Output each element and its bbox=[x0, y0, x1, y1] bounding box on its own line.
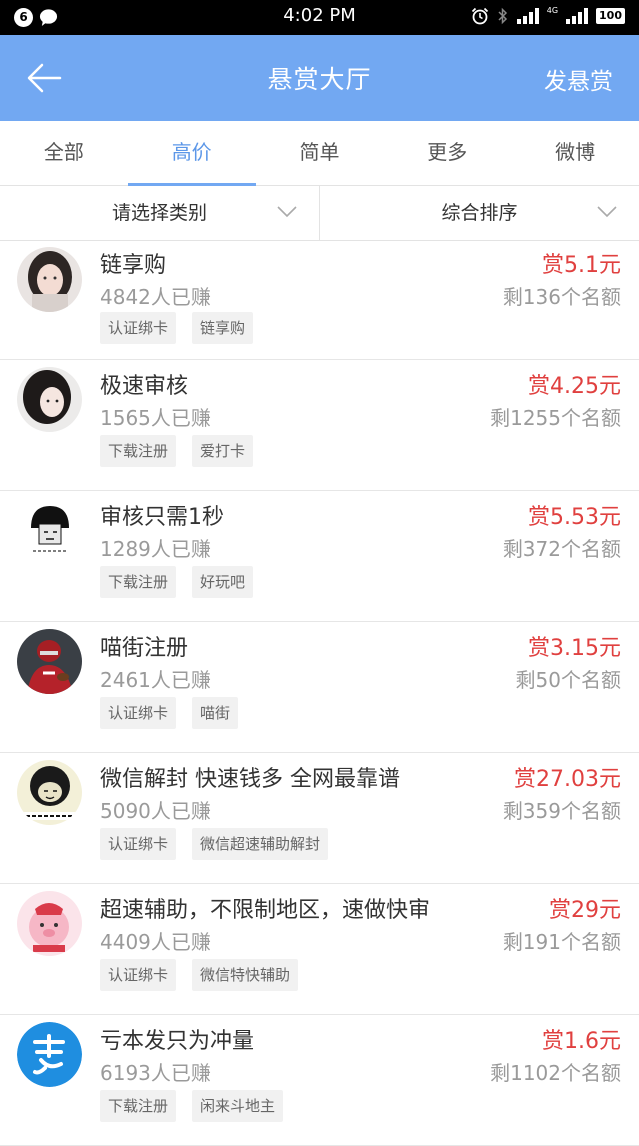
category-dropdown[interactable]: 请选择类别 bbox=[0, 186, 319, 240]
reward-amount: 赏1.6元 bbox=[542, 1029, 621, 1054]
status-bar-right: 4G 100 bbox=[471, 5, 625, 25]
task-item[interactable]: 亏本发只为冲量 6193人已赚 下载注册 闲来斗地主 赏1.6元 剩1102个名… bbox=[0, 1015, 639, 1146]
earned-count: 1565人已赚 bbox=[100, 406, 211, 430]
task-title: 超速辅助，不限制地区，速做快审 bbox=[100, 898, 431, 923]
filter-bar: 请选择类别 综合排序 bbox=[0, 186, 639, 241]
earned-count: 4409人已赚 bbox=[100, 930, 211, 954]
tab-bar: 全部 高价 简单 更多 微博 bbox=[0, 121, 639, 186]
category-dropdown-label: 请选择类别 bbox=[111, 202, 207, 224]
task-item[interactable]: 链享购 4842人已赚 认证绑卡 链享购 赏5.1元 剩136个名额 bbox=[0, 241, 639, 360]
task-tag: 爱打卡 bbox=[192, 435, 254, 467]
reward-amount: 赏5.53元 bbox=[528, 505, 621, 530]
signal-icon-2 bbox=[566, 8, 589, 24]
remaining-slots: 剩50个名额 bbox=[515, 668, 621, 692]
network-type: 4G bbox=[546, 5, 559, 15]
task-item[interactable]: 喵街注册 2461人已赚 认证绑卡 喵街 赏3.15元 剩50个名额 bbox=[0, 622, 639, 753]
tab-more[interactable]: 更多 bbox=[383, 121, 511, 185]
tag-list: 认证绑卡 链享购 bbox=[100, 312, 254, 344]
tab-weibo[interactable]: 微博 bbox=[511, 121, 639, 185]
earned-count: 1289人已赚 bbox=[100, 537, 211, 561]
post-reward-button[interactable]: 发悬赏 bbox=[544, 62, 613, 96]
remaining-slots: 剩191个名额 bbox=[502, 930, 621, 954]
alarm-icon bbox=[471, 7, 488, 25]
avatar-football-player bbox=[17, 629, 82, 694]
reward-amount: 赏3.15元 bbox=[528, 636, 621, 661]
avatar-girl-portrait bbox=[17, 247, 82, 312]
remaining-slots: 剩359个名额 bbox=[502, 799, 621, 823]
task-title: 微信解封 快速钱多 全网最靠谱 bbox=[100, 767, 400, 792]
avatar-woman-portrait bbox=[17, 367, 82, 432]
task-list: 链享购 4842人已赚 认证绑卡 链享购 赏5.1元 剩136个名额 极速审核 … bbox=[0, 241, 639, 1146]
tag-list: 认证绑卡 喵街 bbox=[100, 697, 239, 729]
task-item[interactable]: 微信解封 快速钱多 全网最靠谱 5090人已赚 认证绑卡 微信超速辅助解封 赏2… bbox=[0, 753, 639, 884]
tag-list: 下载注册 闲来斗地主 bbox=[100, 1090, 284, 1122]
tag-list: 认证绑卡 微信超速辅助解封 bbox=[100, 828, 329, 860]
task-title: 链享购 bbox=[100, 253, 167, 278]
task-tag: 微信超速辅助解封 bbox=[192, 828, 329, 860]
sort-dropdown-label: 综合排序 bbox=[441, 202, 518, 224]
avatar-pink-cartoon bbox=[17, 891, 82, 956]
task-title: 喵街注册 bbox=[100, 636, 189, 661]
tag-list: 下载注册 好玩吧 bbox=[100, 566, 254, 598]
status-bar: 6 4:02 PM 4G 100 bbox=[0, 0, 639, 35]
remaining-slots: 剩1102个名额 bbox=[490, 1061, 621, 1085]
reward-amount: 赏29元 bbox=[549, 898, 621, 923]
chevron-down-icon bbox=[277, 206, 297, 218]
avatar-meme-face bbox=[17, 760, 82, 825]
task-tag: 喵街 bbox=[192, 697, 239, 729]
chevron-down-icon bbox=[597, 206, 617, 218]
task-tag: 下载注册 bbox=[100, 566, 177, 598]
task-tag: 认证绑卡 bbox=[100, 312, 177, 344]
tab-all[interactable]: 全部 bbox=[0, 121, 128, 185]
task-item[interactable]: 超速辅助，不限制地区，速做快审 4409人已赚 认证绑卡 微信特快辅助 赏29元… bbox=[0, 884, 639, 1015]
avatar-blue-logo bbox=[17, 1022, 82, 1087]
earned-count: 5090人已赚 bbox=[100, 799, 211, 823]
task-tag: 好玩吧 bbox=[192, 566, 254, 598]
task-tag: 认证绑卡 bbox=[100, 697, 177, 729]
earned-count: 2461人已赚 bbox=[100, 668, 211, 692]
remaining-slots: 剩372个名额 bbox=[502, 537, 621, 561]
task-item[interactable]: 审核只需1秒 1289人已赚 下载注册 好玩吧 赏5.53元 剩372个名额 bbox=[0, 491, 639, 622]
tab-simple[interactable]: 简单 bbox=[256, 121, 384, 185]
task-tag: 下载注册 bbox=[100, 435, 177, 467]
app-header: 悬赏大厅 发悬赏 bbox=[0, 35, 639, 121]
battery-level: 100 bbox=[596, 8, 625, 24]
avatar-meme-cartoon bbox=[17, 498, 82, 563]
task-tag: 链享购 bbox=[192, 312, 254, 344]
tag-list: 认证绑卡 微信特快辅助 bbox=[100, 959, 299, 991]
signal-icon bbox=[516, 8, 539, 24]
earned-count: 6193人已赚 bbox=[100, 1061, 211, 1085]
task-title: 亏本发只为冲量 bbox=[100, 1029, 255, 1054]
bluetooth-icon bbox=[498, 7, 507, 25]
reward-amount: 赏5.1元 bbox=[542, 253, 621, 278]
sort-dropdown[interactable]: 综合排序 bbox=[319, 186, 639, 240]
task-tag: 微信特快辅助 bbox=[192, 959, 299, 991]
remaining-slots: 剩136个名额 bbox=[502, 285, 621, 309]
task-tag: 认证绑卡 bbox=[100, 959, 177, 991]
remaining-slots: 剩1255个名额 bbox=[490, 406, 621, 430]
task-tag: 下载注册 bbox=[100, 1090, 177, 1122]
reward-amount: 赏27.03元 bbox=[514, 767, 621, 792]
task-title: 极速审核 bbox=[100, 374, 189, 399]
task-tag: 认证绑卡 bbox=[100, 828, 177, 860]
reward-amount: 赏4.25元 bbox=[528, 374, 621, 399]
tag-list: 下载注册 爱打卡 bbox=[100, 435, 254, 467]
task-item[interactable]: 极速审核 1565人已赚 下载注册 爱打卡 赏4.25元 剩1255个名额 bbox=[0, 360, 639, 491]
tab-high-price[interactable]: 高价 bbox=[127, 121, 256, 186]
task-title: 审核只需1秒 bbox=[100, 505, 224, 530]
earned-count: 4842人已赚 bbox=[100, 285, 211, 309]
task-tag: 闲来斗地主 bbox=[192, 1090, 284, 1122]
